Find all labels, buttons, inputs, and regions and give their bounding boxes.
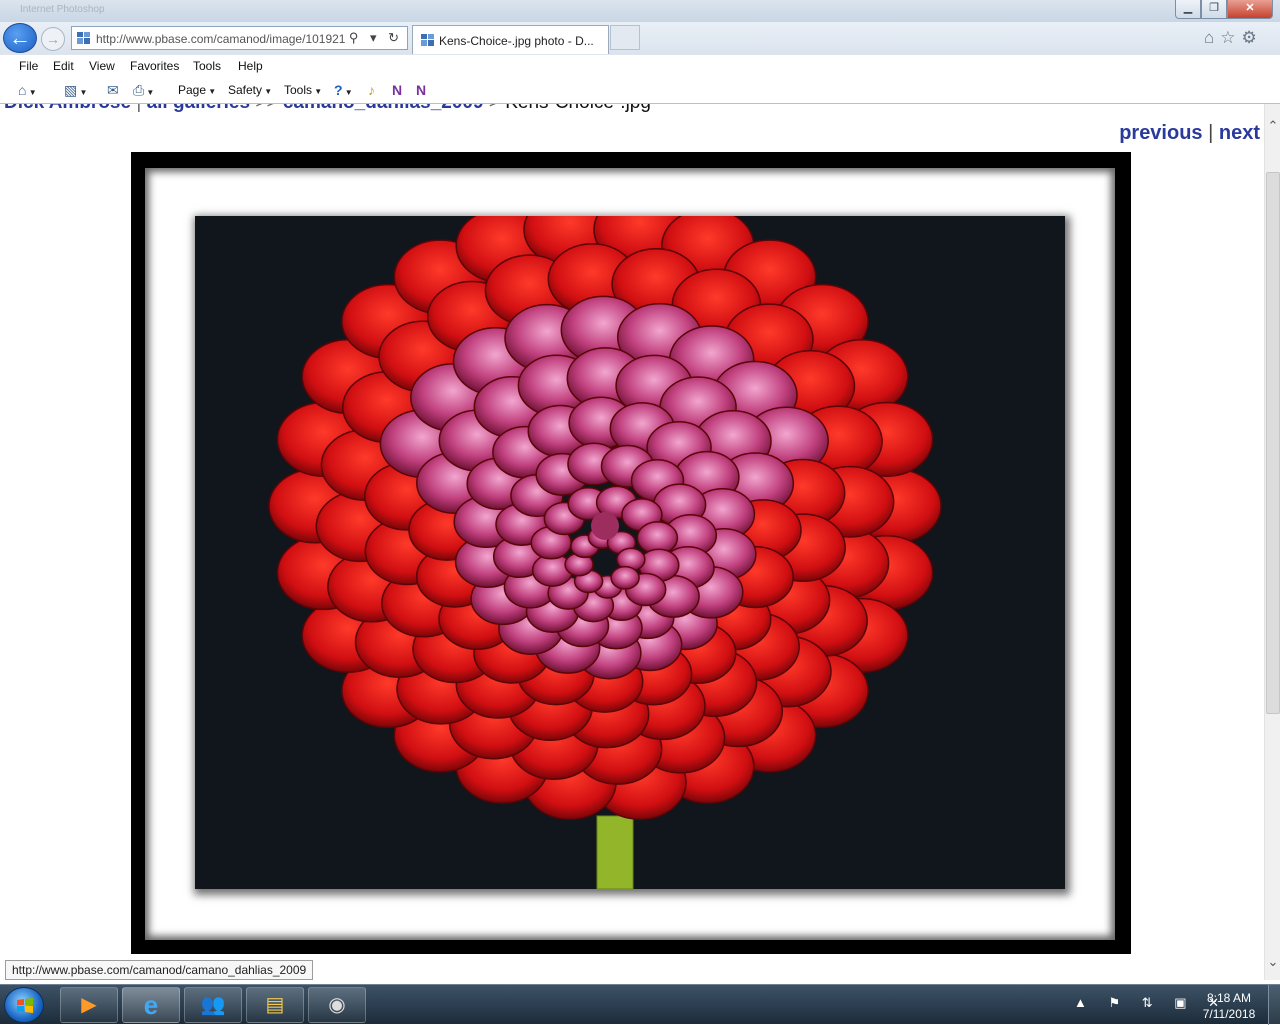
menu-favorites[interactable]: Favorites	[130, 59, 179, 73]
media-player-icon[interactable]: ▶	[60, 987, 118, 1023]
back-button[interactable]: ←	[3, 23, 37, 53]
tab-kens-choice[interactable]: Kens-Choice-.jpg photo - D...	[412, 25, 609, 54]
show-desktop-button[interactable]	[1268, 985, 1280, 1025]
breadcrumb-galleries-link[interactable]: all galleries	[147, 104, 251, 113]
breadcrumb-separator: |	[136, 104, 141, 113]
photo-frame	[131, 152, 1131, 954]
minimize-button[interactable]: ▁	[1175, 0, 1201, 19]
prev-next-divider: |	[1208, 122, 1214, 144]
file-explorer-icon[interactable]: ▤	[246, 987, 304, 1023]
print-icon[interactable]: ⎙ ▼	[133, 82, 154, 99]
breadcrumb-owner-link[interactable]: Dick Ambrose	[4, 104, 131, 113]
clock-time: 8:18 AM	[1206, 991, 1252, 1005]
safety-menu[interactable]: Safety ▼	[228, 83, 272, 97]
breadcrumb-separator: >	[489, 104, 500, 113]
page-menu-label: Page	[178, 83, 207, 97]
home-icon[interactable]: ⌂ ▼	[18, 82, 37, 98]
onenote-icon[interactable]: N	[392, 82, 402, 98]
previous-link[interactable]: previous	[1119, 122, 1202, 144]
onenote-linked-icon[interactable]: N	[416, 82, 426, 98]
tools-menu[interactable]: Tools ▼	[284, 83, 322, 97]
scroll-up-icon[interactable]: ⌃	[1265, 118, 1280, 134]
breadcrumb: Dick Ambrose | all galleries >> camano_d…	[4, 104, 651, 114]
command-bar: ⌂ ▼ ▧ ▼ ✉ ⎙ ▼ Page ▼ Safety ▼ Tools ▼ ? …	[0, 78, 1280, 104]
pbase-favicon-icon	[77, 32, 90, 44]
menu-edit[interactable]: Edit	[53, 59, 74, 73]
scroll-thumb[interactable]	[1266, 172, 1280, 714]
next-link[interactable]: next	[1219, 122, 1260, 144]
address-bar[interactable]: http://www.pbase.com/camanod/image/10192…	[71, 26, 408, 50]
clock[interactable]: 8:18 AM 7/11/2018	[1196, 990, 1262, 1022]
eye-app-icon[interactable]: ◉	[308, 987, 366, 1023]
vertical-scrollbar[interactable]: ⌃ ⌄	[1264, 104, 1280, 980]
page-content: Dick Ambrose | all galleries >> camano_d…	[0, 104, 1264, 980]
help-icon[interactable]: ? ▼	[334, 82, 353, 98]
home-favorites-settings-icon[interactable]: ⌂☆⚙	[1204, 28, 1263, 48]
title-bar: Internet Photoshop ▁ ❐ ✕	[0, 0, 1280, 22]
menu-bar: File Edit View Favorites Tools Help	[0, 54, 1280, 78]
breadcrumb-gallery-link[interactable]: camano_dahlias_2009	[283, 104, 484, 113]
users-icon[interactable]: 👥	[184, 987, 242, 1023]
petal	[610, 565, 640, 590]
tab-label: Kens-Choice-.jpg photo - D...	[439, 34, 594, 48]
windows-logo-icon	[17, 998, 33, 1013]
status-link-preview: http://www.pbase.com/camanod/camano_dahl…	[5, 960, 314, 980]
address-url[interactable]: http://www.pbase.com/camanod/image/10192…	[96, 32, 351, 46]
close-button[interactable]: ✕	[1227, 0, 1273, 19]
menu-tools[interactable]: Tools	[193, 59, 221, 73]
clock-date: 7/11/2018	[1202, 1007, 1256, 1021]
menu-view[interactable]: View	[89, 59, 115, 73]
taskbar: ▶ e 👥 ▤ ◉ ▲ ⚑ ⇅ ▣ ✕ 8:18 AM 7/11/2018	[0, 984, 1280, 1025]
stem	[596, 815, 634, 889]
prev-next-nav: previous | next	[1119, 122, 1260, 145]
start-button[interactable]	[4, 987, 44, 1023]
research-icon[interactable]: ♪	[368, 82, 375, 98]
breadcrumb-current: Kens-Choice-.jpg	[505, 104, 651, 113]
menu-file[interactable]: File	[19, 59, 38, 73]
safety-menu-label: Safety	[228, 83, 263, 97]
dahlia-petals	[268, 216, 942, 820]
flower-center	[591, 512, 619, 540]
forward-button[interactable]: →	[41, 27, 65, 51]
mail-icon[interactable]: ✉	[107, 82, 119, 99]
search-refresh-icon[interactable]: ⚲ ▾ ↻	[349, 30, 403, 46]
scroll-down-icon[interactable]: ⌄	[1265, 954, 1280, 970]
maximize-button[interactable]: ❐	[1201, 0, 1227, 19]
main-photo[interactable]	[195, 216, 1065, 889]
feeds-icon[interactable]: ▧ ▼	[64, 82, 87, 99]
window-title: Internet Photoshop	[20, 4, 105, 15]
menu-help[interactable]: Help	[238, 59, 263, 73]
help-glyph: ?	[334, 82, 343, 98]
page-menu[interactable]: Page ▼	[178, 83, 216, 97]
dahlia-image	[268, 216, 942, 889]
photo-mat	[145, 168, 1115, 940]
internet-explorer-icon[interactable]: e	[122, 987, 180, 1023]
tools-menu-label: Tools	[284, 83, 313, 97]
new-tab-button[interactable]	[610, 25, 640, 50]
breadcrumb-separator: >>	[255, 104, 277, 113]
pbase-tab-favicon-icon	[421, 34, 434, 46]
navigation-bar: ← → http://www.pbase.com/camanod/image/1…	[0, 22, 1280, 54]
